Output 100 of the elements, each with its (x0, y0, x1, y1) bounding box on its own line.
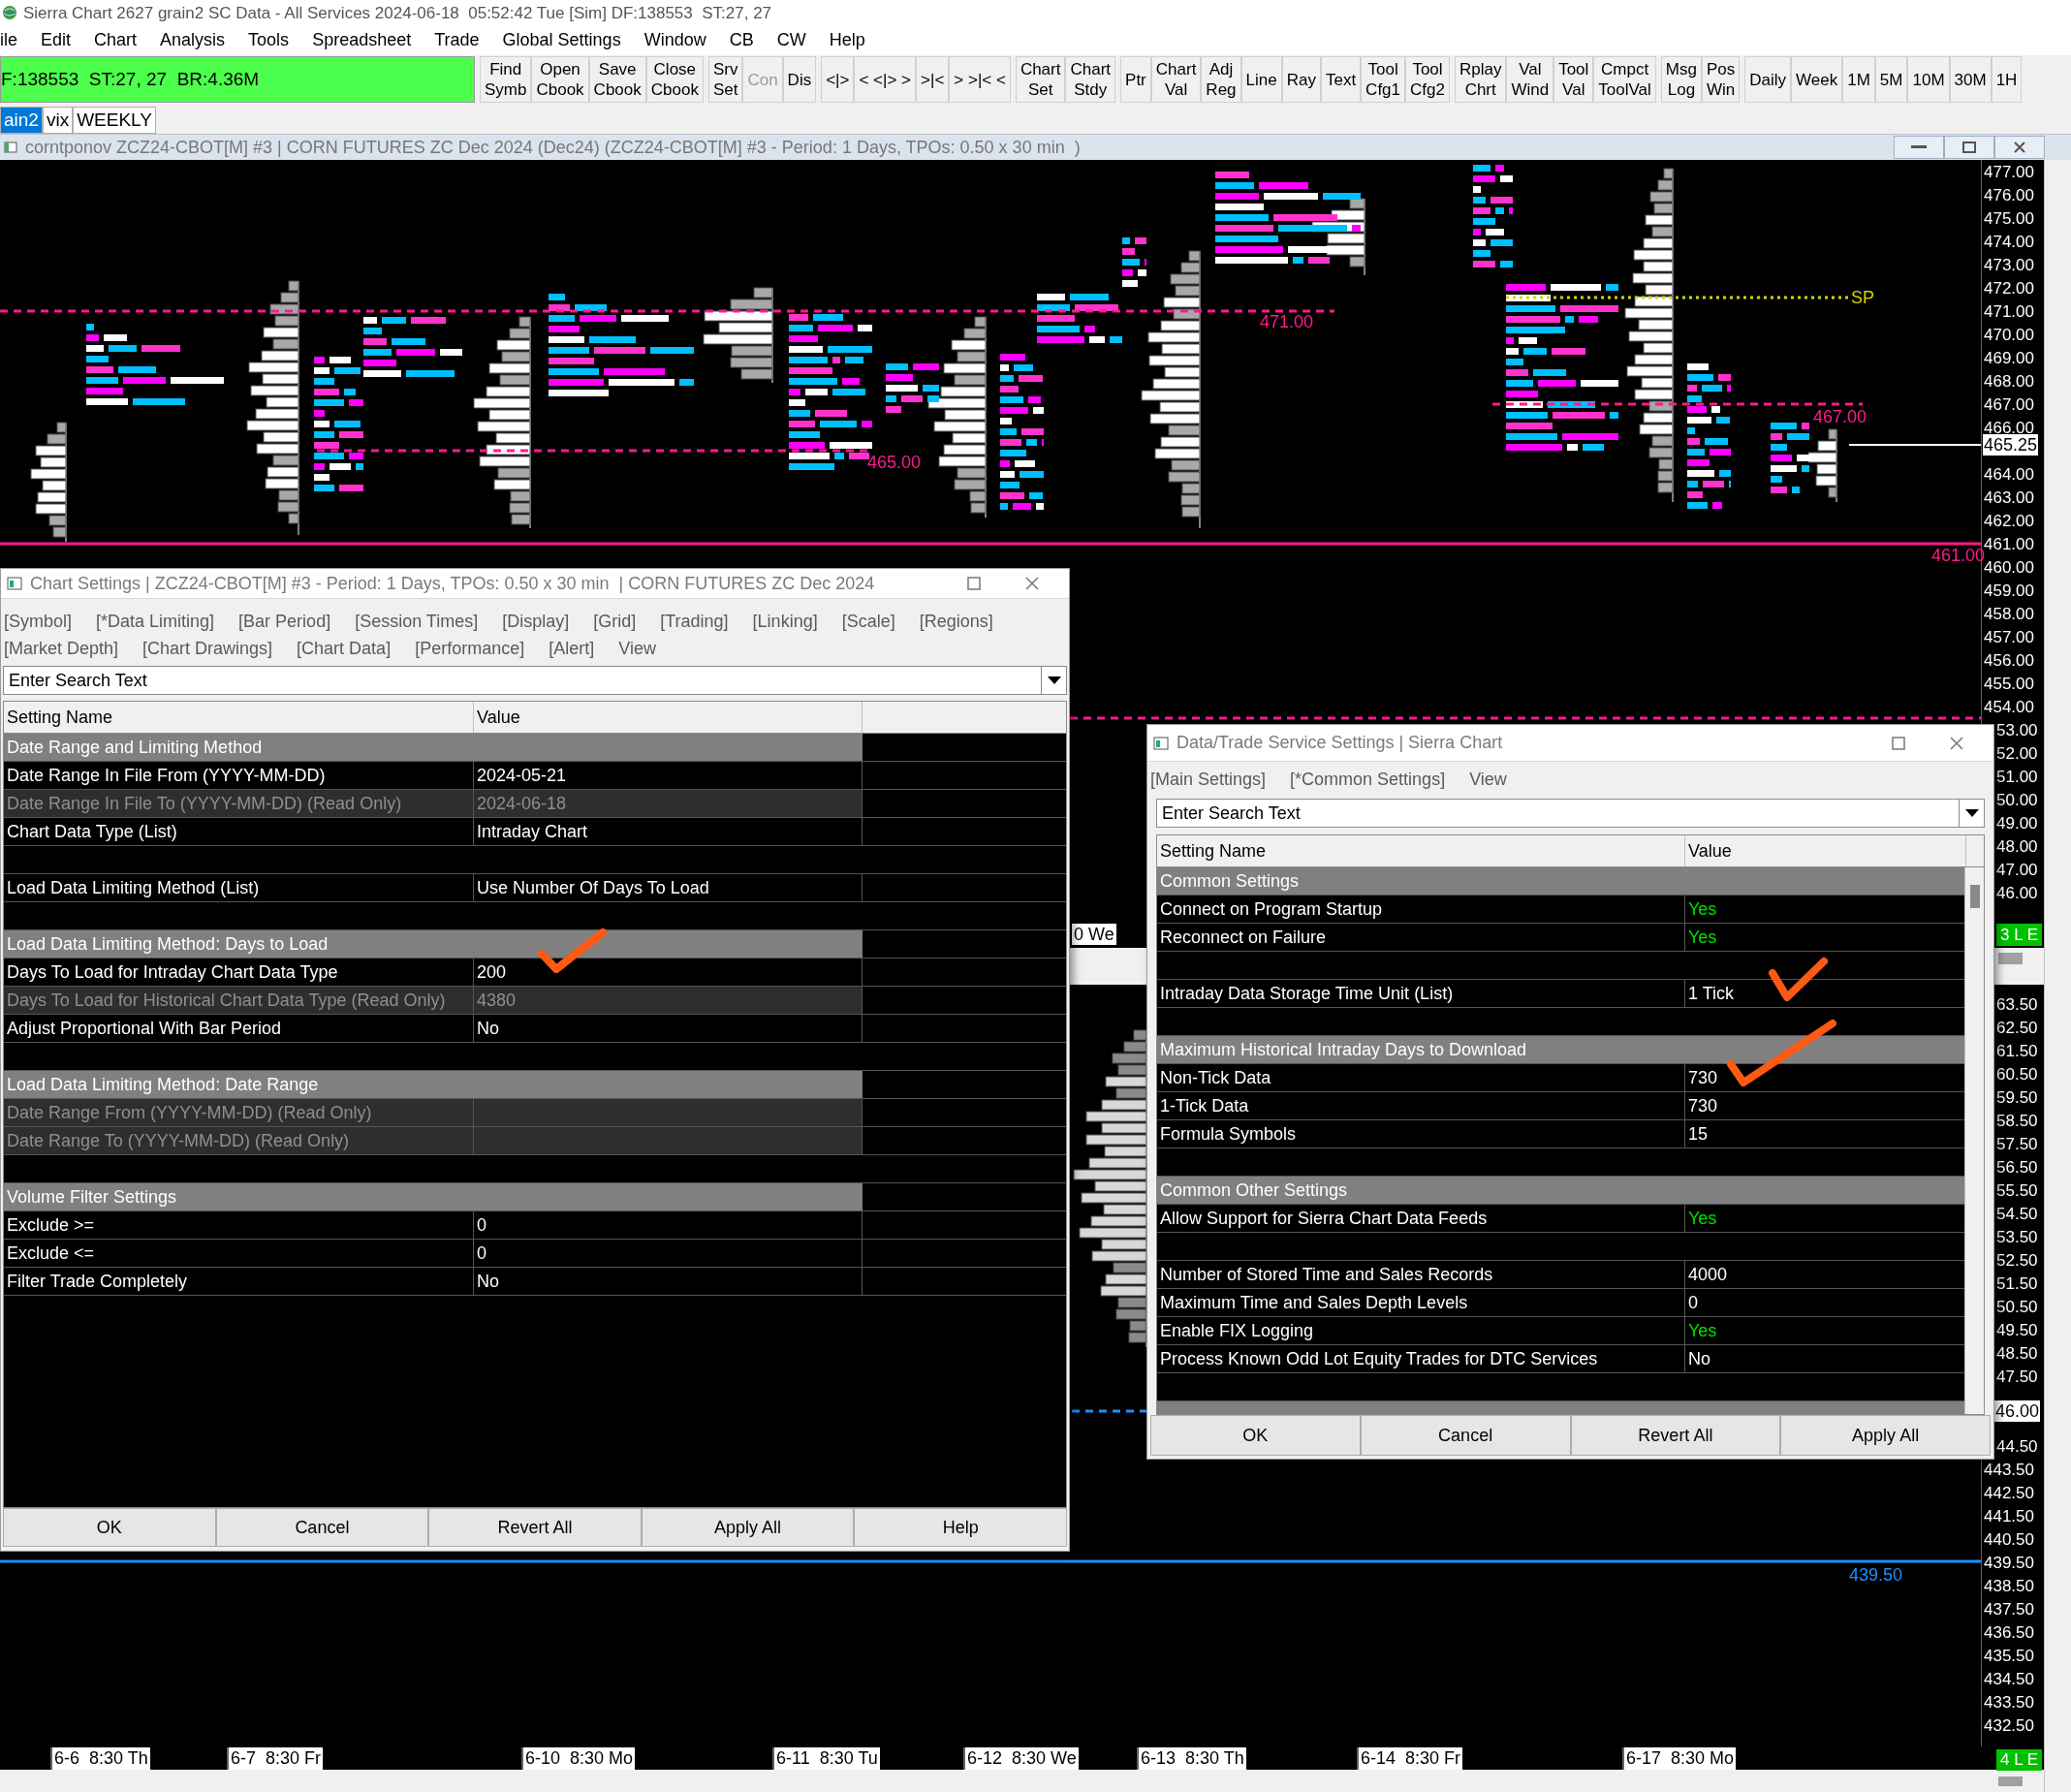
menu-item[interactable]: Trade (434, 27, 480, 53)
price-label: 476.00 (1984, 186, 2034, 204)
scroll-thumb[interactable] (1998, 953, 2023, 964)
menu-item[interactable]: Window (643, 27, 706, 53)
menu-item[interactable]: Help (829, 27, 865, 53)
dialog-button[interactable]: Cancel (1360, 1415, 1571, 1456)
settings-tab[interactable]: [Symbol] (4, 609, 73, 635)
menu-item[interactable]: Analysis (160, 27, 226, 53)
chart-tab[interactable]: WEEKLY (73, 107, 156, 134)
toolbar-button[interactable]: Chart Stdy (1065, 56, 1116, 103)
check-mark-icon (1726, 1018, 1836, 1087)
menu-item[interactable]: Chart (94, 27, 138, 53)
toolbar-button[interactable]: Text (1320, 56, 1362, 103)
toolbar-button[interactable]: Adj Reg (1201, 56, 1241, 103)
price-label: 60.50 (1996, 1065, 2038, 1083)
settings-tab[interactable]: [Display] (502, 609, 570, 635)
toolbar-button[interactable]: Tool Val (1553, 56, 1594, 103)
scroll-thumb[interactable] (1998, 1776, 2023, 1786)
toolbar-button[interactable]: Week (1791, 56, 1843, 103)
menu-item[interactable]: ile (0, 27, 17, 53)
settings-tab[interactable]: [*Common Settings] (1290, 766, 1446, 793)
toolbar-button[interactable]: Rplay Chrt (1454, 56, 1507, 103)
dialog-button[interactable]: Help (854, 1508, 1067, 1547)
settings-tab[interactable]: [Session Times] (355, 609, 479, 635)
toolbar-button[interactable]: Dis (782, 56, 817, 103)
settings-tab[interactable]: [Scale] (841, 609, 895, 635)
toolbar-button[interactable]: 5M (1874, 56, 1908, 103)
toolbar-button[interactable]: Chart Val (1150, 56, 1202, 103)
toolbar-button[interactable]: Line (1240, 56, 1282, 103)
dropdown-button[interactable] (1960, 799, 1985, 828)
menu-item[interactable]: Tools (248, 27, 290, 53)
search-field[interactable]: Enter Search Text (1156, 799, 1960, 828)
toolbar-button[interactable]: Cmpct ToolVal (1593, 56, 1656, 103)
dialog-button[interactable]: OK (3, 1508, 216, 1547)
toolbar-button[interactable]: Tool Cfg1 (1361, 56, 1406, 103)
toolbar-button[interactable]: Pos Win (1701, 56, 1741, 103)
menu-item[interactable]: Edit (41, 27, 72, 53)
toolbar-button[interactable]: Srv Set (707, 56, 743, 103)
settings-tab[interactable]: [Grid] (593, 609, 637, 635)
settings-tab[interactable]: [Main Settings] (1150, 766, 1267, 793)
price-label: 63.50 (1996, 995, 2038, 1013)
toolbar-button[interactable]: Daily (1744, 56, 1792, 103)
menu-item[interactable]: CW (776, 27, 806, 53)
dialog-button[interactable]: OK (1150, 1415, 1361, 1456)
menu-item[interactable]: Global Settings (502, 27, 621, 53)
settings-tab[interactable]: View (618, 636, 656, 662)
price-label: 436.50 (1984, 1623, 2034, 1641)
dialog-button[interactable]: Apply All (641, 1508, 855, 1547)
toolbar-button[interactable]: Msg Log (1660, 56, 1702, 103)
settings-tab[interactable]: [Linking] (752, 609, 818, 635)
toolbar-button[interactable]: 30M (1949, 56, 1992, 103)
settings-tab[interactable]: [Chart Drawings] (142, 636, 273, 662)
dropdown-button[interactable] (1042, 666, 1067, 695)
settings-tab[interactable]: [Regions] (919, 609, 993, 635)
settings-tab[interactable]: [Chart Data] (297, 636, 392, 662)
price-label: 466.00 (1984, 419, 2034, 436)
dialog-button[interactable]: Revert All (428, 1508, 642, 1547)
toolbar-button[interactable]: < <|> > (854, 56, 917, 103)
menu-item[interactable]: Spreadsheet (312, 27, 412, 53)
toolbar-button[interactable]: 1M (1842, 56, 1875, 103)
scroll-thumb[interactable] (1970, 885, 1980, 908)
settings-tab[interactable]: [Alert] (549, 636, 595, 662)
toolbar-button[interactable]: <|> (821, 56, 855, 103)
toolbar-button[interactable]: 10M (1907, 56, 1950, 103)
price-label: 469.00 (1984, 349, 2034, 366)
dialog-button[interactable]: Revert All (1570, 1415, 1781, 1456)
chart-tab[interactable]: ain2 (0, 107, 43, 134)
menu-item[interactable]: CB (729, 27, 754, 53)
settings-tab[interactable]: [Performance] (415, 636, 525, 662)
toolbar-button[interactable]: Ptr (1120, 56, 1151, 103)
toolbar-button[interactable]: > >|< < (949, 56, 1011, 103)
toolbar-button[interactable]: Close Cbook (645, 56, 704, 103)
toolbar-button[interactable]: Val Wind (1506, 56, 1554, 103)
toolbar-button[interactable]: >|< (916, 56, 950, 103)
close-button[interactable] (1994, 136, 2045, 159)
table-cell: 2024-06-18 (474, 790, 863, 817)
minimize-button[interactable] (1894, 136, 1944, 159)
toolbar-button[interactable]: Save Cbook (588, 56, 646, 103)
settings-tab[interactable]: [*Data Limiting] (96, 609, 215, 635)
time-label: 6-6 8:30 Th (50, 1747, 150, 1770)
toolbar-button[interactable]: Open Cbook (531, 56, 589, 103)
price-label: 438.50 (1984, 1577, 2034, 1594)
settings-tab[interactable]: [Trading] (660, 609, 729, 635)
maximize-icon (1962, 141, 1976, 153)
dialog-title: Chart Settings | ZCZ24-CBOT[M] #3 - Period: 1 Days, TPOs: 0.50 x 30 min | CORN FUTURES ZC Dec 2024 (30, 572, 876, 595)
toolbar-button[interactable]: Find Symb (480, 56, 532, 103)
price-label: 53.50 (1996, 1228, 2038, 1245)
toolbar-button[interactable]: Ray (1281, 56, 1321, 103)
settings-tab[interactable]: [Market Depth] (4, 636, 119, 662)
chart-tab[interactable]: vix (42, 107, 74, 134)
price-label: 437.50 (1984, 1600, 2034, 1618)
dialog-button[interactable]: Cancel (215, 1508, 429, 1547)
dialog-button[interactable]: Apply All (1780, 1415, 1991, 1456)
toolbar-button[interactable]: Chart Set (1015, 56, 1066, 103)
search-field[interactable]: Enter Search Text (3, 666, 1042, 695)
settings-tab[interactable]: View (1469, 766, 1507, 793)
toolbar-button[interactable]: 1H (1991, 56, 2023, 103)
maximize-button[interactable] (1944, 136, 1994, 159)
toolbar-button[interactable]: Tool Cfg2 (1405, 56, 1450, 103)
settings-tab[interactable]: [Bar Period] (238, 609, 331, 635)
